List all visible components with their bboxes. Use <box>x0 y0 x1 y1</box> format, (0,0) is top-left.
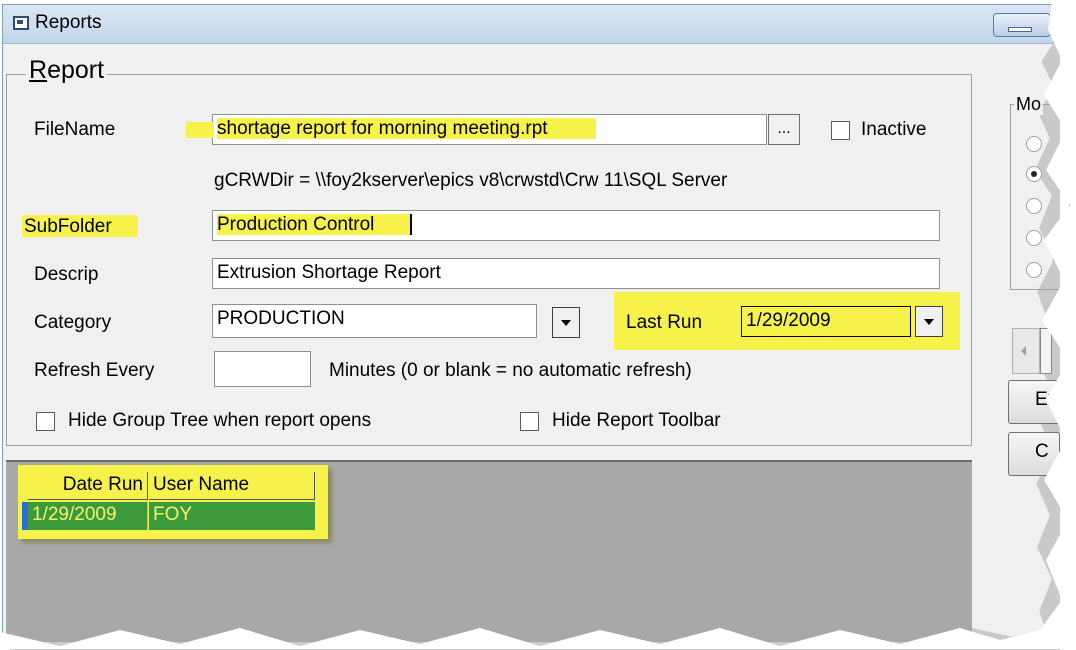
torn-edge-overlay <box>0 0 1076 649</box>
